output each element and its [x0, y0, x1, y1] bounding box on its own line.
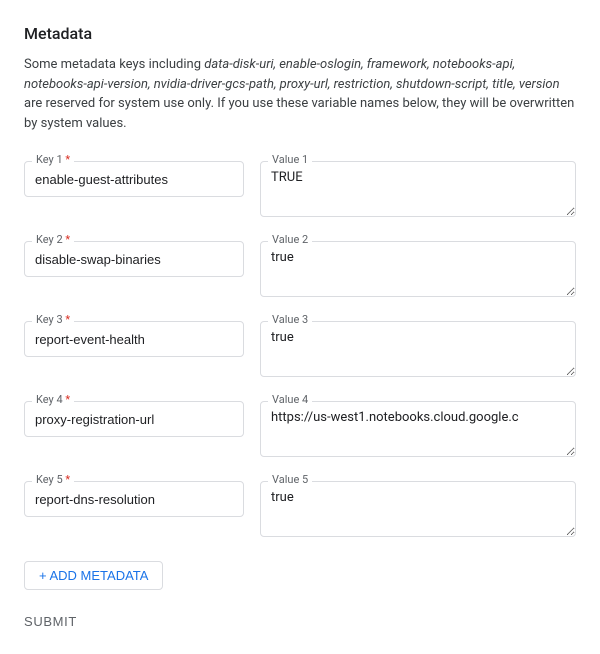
key-group-2: Key 2 * — [24, 233, 244, 277]
key-group-3: Key 3 * — [24, 313, 244, 357]
value-group-5: Value 5 — [260, 473, 576, 541]
key-label-3: Key 3 * — [32, 313, 74, 326]
key-label-1: Key 1 * — [32, 153, 74, 166]
value-input-2[interactable] — [260, 241, 576, 297]
value-input-3[interactable] — [260, 321, 576, 377]
metadata-row: Key 4 * Value 4 — [24, 393, 576, 461]
value-label-5: Value 5 — [268, 473, 312, 486]
add-metadata-button[interactable]: + ADD METADATA — [24, 561, 163, 590]
key-input-1[interactable] — [24, 161, 244, 197]
metadata-row: Key 5 * Value 5 — [24, 473, 576, 541]
value-label-3: Value 3 — [268, 313, 312, 326]
metadata-rows: Key 1 * Value 1 Key 2 * Value 2 Key 3 * Value… — [24, 153, 576, 541]
metadata-row: Key 2 * Value 2 — [24, 233, 576, 301]
metadata-row: Key 1 * Value 1 — [24, 153, 576, 221]
value-label-1: Value 1 — [268, 153, 312, 166]
key-label-2: Key 2 * — [32, 233, 74, 246]
section-title: Metadata — [24, 24, 576, 43]
value-group-1: Value 1 — [260, 153, 576, 221]
value-input-4[interactable] — [260, 401, 576, 457]
key-label-5: Key 5 * — [32, 473, 74, 486]
key-group-4: Key 4 * — [24, 393, 244, 437]
value-group-4: Value 4 — [260, 393, 576, 461]
description-text: Some metadata keys including data-disk-u… — [24, 55, 576, 133]
key-group-1: Key 1 * — [24, 153, 244, 197]
value-input-5[interactable] — [260, 481, 576, 537]
key-group-5: Key 5 * — [24, 473, 244, 517]
key-input-3[interactable] — [24, 321, 244, 357]
value-group-2: Value 2 — [260, 233, 576, 301]
key-input-5[interactable] — [24, 481, 244, 517]
value-group-3: Value 3 — [260, 313, 576, 381]
key-input-4[interactable] — [24, 401, 244, 437]
value-label-4: Value 4 — [268, 393, 312, 406]
submit-button[interactable]: SUBMIT — [24, 614, 77, 629]
key-label-4: Key 4 * — [32, 393, 74, 406]
value-label-2: Value 2 — [268, 233, 312, 246]
metadata-row: Key 3 * Value 3 — [24, 313, 576, 381]
value-input-1[interactable] — [260, 161, 576, 217]
key-input-2[interactable] — [24, 241, 244, 277]
